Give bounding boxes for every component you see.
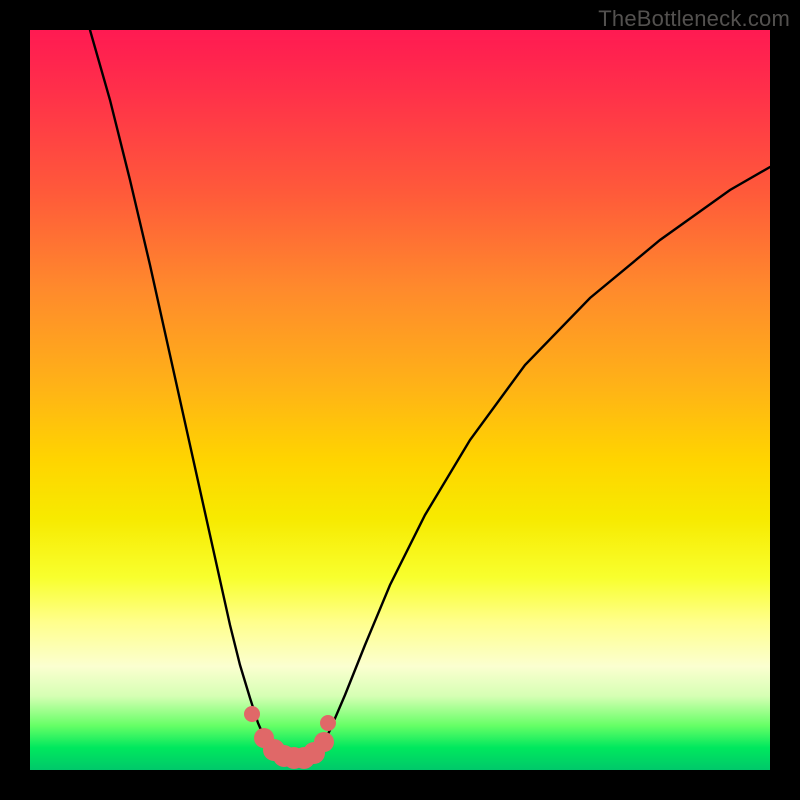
chart-frame: TheBottleneck.com [0, 0, 800, 800]
valley-marker [314, 732, 334, 752]
curve-left-branch [90, 30, 280, 752]
valley-marker [320, 715, 336, 731]
bottleneck-curve [90, 30, 770, 758]
plot-area [30, 30, 770, 770]
curve-layer [30, 30, 770, 770]
curve-right-branch [320, 167, 770, 750]
valley-marker [244, 706, 260, 722]
valley-marker-group [244, 706, 336, 769]
attribution-text: TheBottleneck.com [598, 6, 790, 32]
